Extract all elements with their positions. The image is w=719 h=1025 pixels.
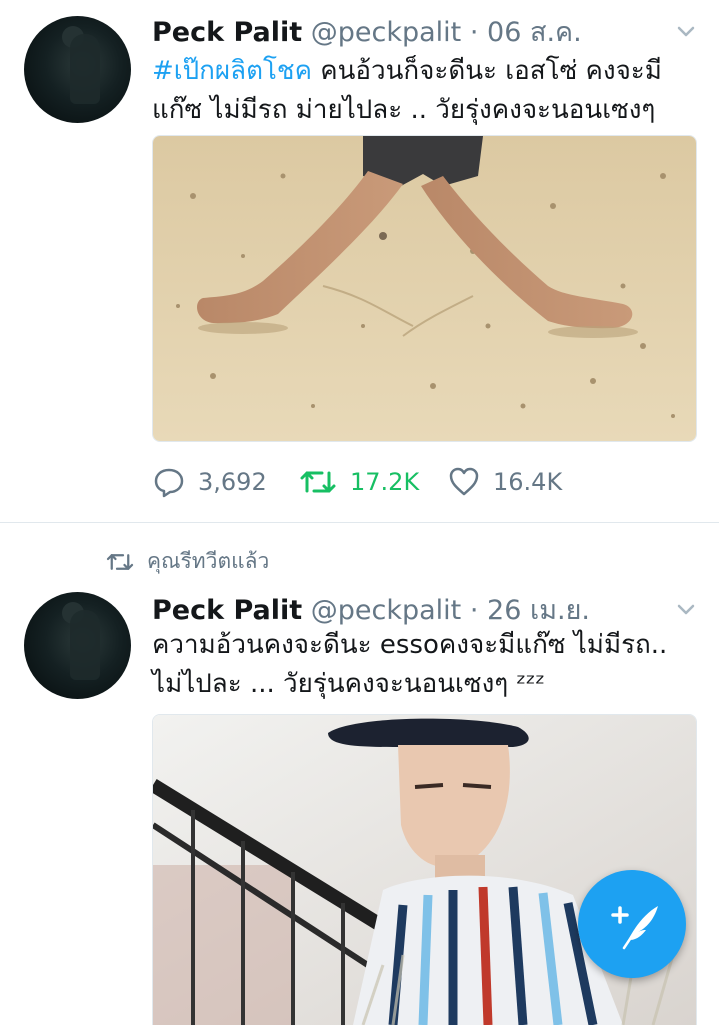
display-name[interactable]: Peck Palit <box>152 595 302 626</box>
hashtag-link[interactable]: #เป๊กผลิตโชค <box>152 56 312 86</box>
retweeted-label: คุณรีทวีตแล้ว <box>147 549 270 573</box>
speech-bubble-icon <box>154 468 184 498</box>
retweet-button[interactable]: 17.2K <box>298 465 419 499</box>
reply-button[interactable]: 3,692 <box>152 465 267 499</box>
tweet-1[interactable]: Peck Palit @peckpalit · 06 ส.ค. #เป๊กผลิ… <box>0 0 719 522</box>
user-handle[interactable]: @peckpalit <box>311 17 462 48</box>
tweet-media-photo[interactable] <box>152 135 697 442</box>
reply-count: 3,692 <box>198 468 267 496</box>
tweet-text: #เป๊กผลิตโชค คนอ้วนก็จะดีนะ เอสโซ่ คงจะม… <box>152 52 692 130</box>
retweet-icon <box>106 553 134 570</box>
tweet-text: ความอ้วนคงจะดีนะ essoคงจะมีแก๊ซ ไม่มีรถ.… <box>152 630 668 699</box>
chevron-down-icon[interactable] <box>675 598 697 620</box>
tweet-date[interactable]: · 26 เม.ย. <box>470 595 590 626</box>
retweet-icon <box>300 471 336 493</box>
tweet-actions: 3,692 17.2K 16.4K <box>152 465 692 505</box>
avatar[interactable] <box>24 592 131 699</box>
display-name[interactable]: Peck Palit <box>152 17 302 48</box>
beach-legs-photo <box>153 136 696 441</box>
tweet-date[interactable]: · 06 ส.ค. <box>470 17 582 48</box>
like-count: 16.4K <box>493 468 563 496</box>
like-button[interactable]: 16.4K <box>447 465 562 499</box>
heart-icon <box>449 467 479 496</box>
tweet-header: Peck Palit @peckpalit · 06 ส.ค. <box>152 10 582 53</box>
user-handle[interactable]: @peckpalit <box>311 595 462 626</box>
tweet-divider <box>0 522 719 523</box>
feather-plus-icon <box>611 906 658 950</box>
retweet-count: 17.2K <box>350 468 420 496</box>
chevron-down-icon[interactable] <box>675 20 697 42</box>
compose-tweet-button[interactable] <box>578 870 686 978</box>
retweeted-indicator: คุณรีทวีตแล้ว <box>105 545 269 578</box>
tweet-header: Peck Palit @peckpalit · 26 เม.ย. <box>152 588 590 631</box>
avatar[interactable] <box>24 16 131 123</box>
